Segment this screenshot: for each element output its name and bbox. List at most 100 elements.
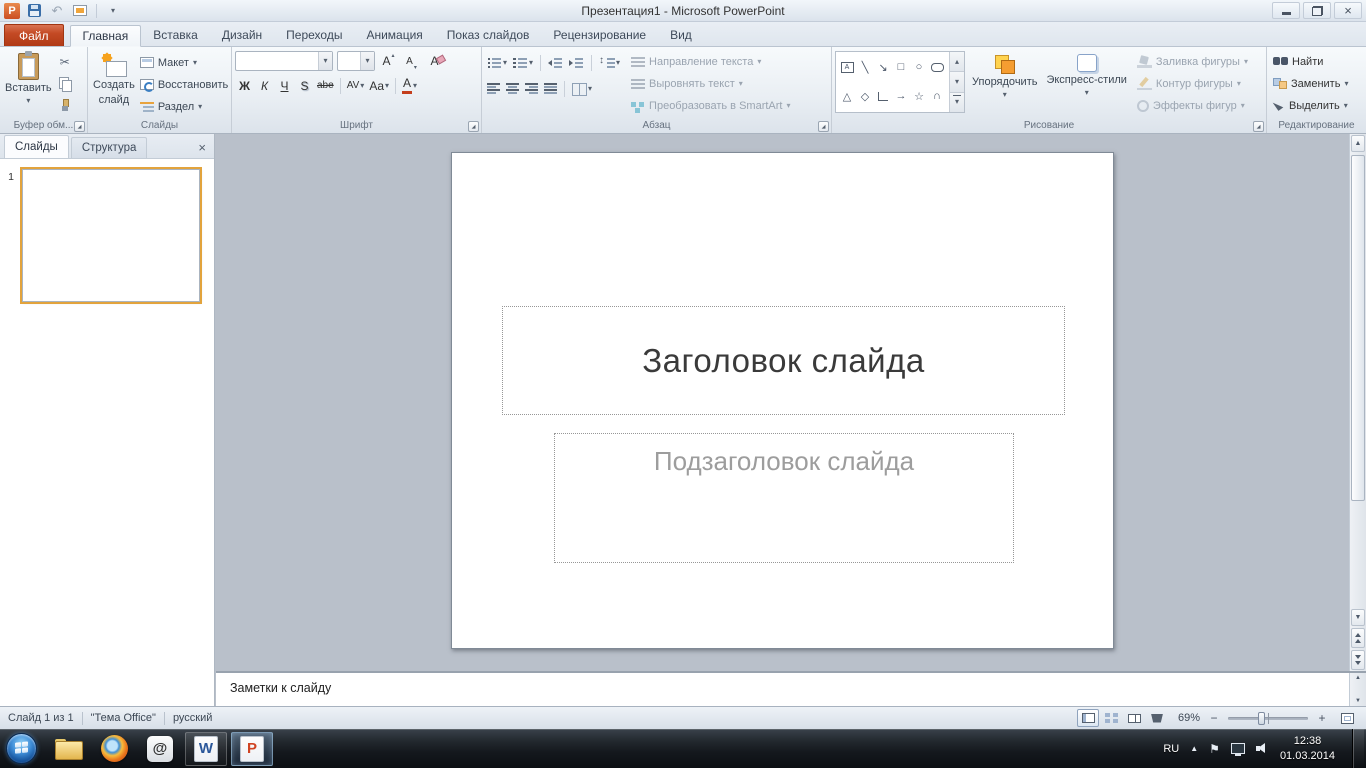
action-center-icon[interactable]: ⚑ [1209,743,1220,755]
tab-slides-thumbnails[interactable]: Слайды [4,135,69,158]
gallery-scroll-down-button[interactable]: ▾ [950,72,964,92]
scrollbar-track[interactable] [1351,153,1365,608]
slide-sorter-view-button[interactable] [1100,709,1122,727]
decrease-indent-button[interactable] [546,56,565,69]
shape-star-icon[interactable]: ☆ [910,82,928,110]
italic-button[interactable]: К [255,76,274,95]
font-color-button[interactable]: А▾ [400,76,419,95]
tab-home[interactable]: Главная [70,25,142,47]
align-right-button[interactable] [523,82,540,95]
tab-outline[interactable]: Структура [71,137,148,158]
justify-button[interactable] [542,82,559,95]
tab-insert[interactable]: Вставка [141,24,210,46]
taskbar-word-button[interactable]: W [185,732,227,766]
drawing-dialog-launcher[interactable] [1253,121,1264,132]
clipboard-dialog-launcher[interactable] [74,121,85,132]
font-size-combobox[interactable]: ▾ [337,51,375,71]
shape-elbow-connector-icon[interactable] [874,82,892,110]
title-placeholder[interactable]: Заголовок слайда [502,306,1065,415]
zoom-in-button[interactable]: + [1314,710,1330,726]
quick-styles-button[interactable]: Экспресс-стили ▾ [1044,51,1128,117]
normal-view-button[interactable] [1077,709,1099,727]
reading-view-button[interactable] [1123,709,1145,727]
arrange-button[interactable]: Упорядочить ▾ [970,51,1039,117]
shape-diamond-icon[interactable]: ◇ [856,82,874,110]
taskbar-explorer-button[interactable] [47,732,89,766]
align-text-button[interactable]: Выровнять текст▾ [628,73,793,94]
slide-canvas-area[interactable]: Заголовок слайда Подзаголовок слайда [216,134,1349,671]
start-button[interactable] [6,733,37,764]
fit-to-window-button[interactable] [1336,709,1358,727]
character-spacing-button[interactable]: AV▾ [345,76,367,95]
shape-arc-icon[interactable]: ∩ [928,82,946,110]
shape-arrow-icon[interactable]: ↘ [874,53,892,81]
taskbar-firefox-button[interactable] [93,732,135,766]
start-slideshow-button[interactable] [71,2,89,20]
clear-formatting-button[interactable]: А [425,52,444,71]
tab-review[interactable]: Рецензирование [541,24,658,46]
columns-button[interactable]: ▾ [570,82,594,95]
shape-line-icon[interactable]: ╲ [856,53,874,81]
text-direction-button[interactable]: Направление текста▾ [628,51,793,72]
notes-pane[interactable]: Заметки к слайду ▲ ▼ [216,671,1366,706]
tab-slideshow[interactable]: Показ слайдов [435,24,542,46]
tab-animations[interactable]: Анимация [354,24,434,46]
underline-button[interactable]: Ч [275,76,294,95]
tab-view[interactable]: Вид [658,24,704,46]
zoom-slider[interactable] [1228,709,1308,727]
increase-indent-button[interactable] [567,56,586,69]
customize-qat-button[interactable]: ▾ [104,2,122,20]
slideshow-view-button[interactable] [1146,709,1168,727]
taskbar-powerpoint-button[interactable]: P [231,732,273,766]
shrink-font-button[interactable]: А▾ [402,52,421,71]
copy-button[interactable] [54,74,76,93]
undo-button[interactable]: ↶ [48,2,66,20]
font-name-dropdown[interactable]: ▾ [318,52,332,70]
change-case-button[interactable]: Aa▾ [367,76,391,95]
restore-button[interactable] [1303,2,1331,19]
keyboard-language-indicator[interactable]: RU [1163,743,1179,755]
shape-right-arrow-icon[interactable]: → [892,82,910,110]
numbering-button[interactable]: ▾ [511,56,535,69]
tab-design[interactable]: Дизайн [210,24,274,46]
subtitle-placeholder[interactable]: Подзаголовок слайда [554,433,1014,563]
tab-transitions[interactable]: Переходы [274,24,354,46]
shape-effects-button[interactable]: Эффекты фигур▾ [1134,96,1251,117]
find-button[interactable]: Найти [1270,51,1363,72]
zoom-out-button[interactable]: − [1206,710,1222,726]
shape-fill-button[interactable]: Заливка фигуры▾ [1134,51,1251,72]
powerpoint-app-icon[interactable]: P [4,3,20,19]
bullets-button[interactable]: ▾ [485,56,509,69]
font-dialog-launcher[interactable] [468,121,479,132]
select-button[interactable]: Выделить▾ [1270,96,1363,117]
align-left-button[interactable] [485,82,502,95]
align-center-button[interactable] [504,82,521,95]
scrollbar-thumb[interactable] [1351,155,1365,501]
show-desktop-button[interactable] [1352,729,1364,768]
line-spacing-button[interactable]: ▾ [597,56,622,69]
zoom-level[interactable]: 69% [1174,712,1200,724]
taskbar-email-button[interactable]: @ [139,732,181,766]
close-button[interactable]: × [1334,2,1362,19]
close-panel-button[interactable]: × [194,141,210,154]
new-slide-button[interactable]: Создать слайд [91,50,137,117]
zoom-slider-thumb[interactable] [1258,712,1265,725]
text-shadow-button[interactable]: S [295,76,314,95]
slide-thumbnail[interactable] [22,169,200,302]
paragraph-dialog-launcher[interactable] [818,121,829,132]
font-name-combobox[interactable]: ▾ [235,51,333,71]
notes-scrollbar[interactable]: ▲ ▼ [1349,673,1366,706]
scroll-up-button[interactable]: ▲ [1351,135,1365,152]
format-painter-button[interactable] [54,96,76,115]
shape-outline-button[interactable]: Контур фигуры▾ [1134,73,1251,94]
save-button[interactable] [25,2,43,20]
volume-icon[interactable] [1256,743,1269,754]
section-button[interactable]: Раздел▾ [137,96,231,117]
gallery-more-button[interactable]: ▾ [950,93,964,112]
slide[interactable]: Заголовок слайда Подзаголовок слайда [451,152,1114,649]
show-hidden-icons-button[interactable]: ▲ [1190,744,1198,753]
layout-button[interactable]: Макет▾ [137,52,231,73]
tab-file[interactable]: Файл [4,24,64,46]
replace-button[interactable]: Заменить▾ [1270,73,1363,94]
grow-font-button[interactable]: А▴ [379,52,398,71]
